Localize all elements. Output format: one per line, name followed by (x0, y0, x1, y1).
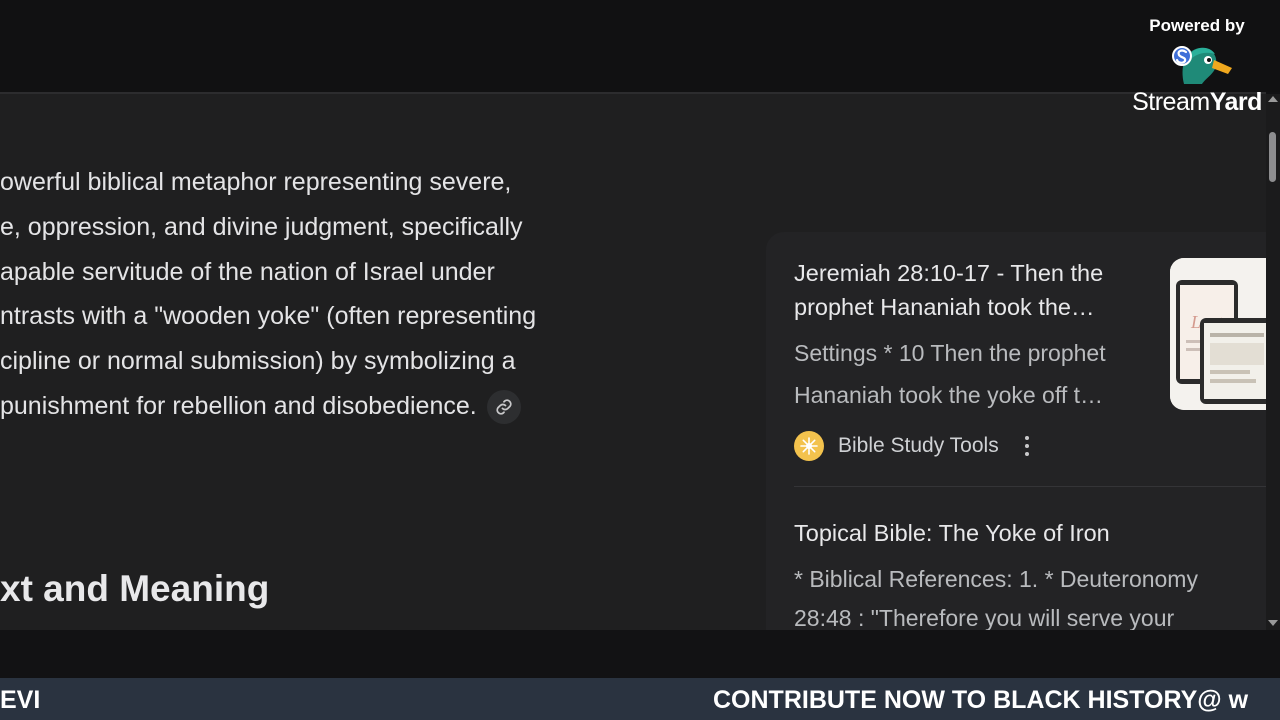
answer-line: owerful biblical metaphor representing s… (0, 168, 512, 196)
streamyard-wordmark: StreamYard (1124, 88, 1270, 117)
answer-line: apable servitude of the nation of Israel… (0, 257, 495, 286)
page-scrollbar[interactable] (1266, 94, 1280, 630)
source-divider (794, 486, 1266, 487)
answer-line: ntrasts with a "wooden yoke" (often repr… (0, 302, 537, 331)
source-link-button[interactable] (486, 390, 521, 425)
more-options-icon[interactable] (1019, 432, 1035, 460)
answer-line: e, oppression, and divine judgment, spec… (0, 212, 523, 241)
source-snippet: Settings * 10 Then the prophet Hananiah … (794, 340, 1106, 408)
source-site-name[interactable]: Bible Study Tools (838, 434, 999, 458)
brand-bold: Yard (1209, 88, 1263, 116)
source-title[interactable]: Topical Bible: The Yoke of Iron (794, 520, 1110, 547)
scroll-down-arrow[interactable] (1268, 620, 1278, 626)
link-icon (496, 399, 512, 415)
streamyard-branding: Powered by StreamYard (1124, 16, 1270, 117)
thumbnail-image: Lent (1170, 258, 1266, 410)
snippet-line: * Biblical References: 1. * Deuteronomy (794, 566, 1198, 592)
ticker-banner: EVI CONTRIBUTE NOW TO BLACK HISTORY@ w (0, 678, 1280, 720)
brand-light: Stream (1132, 88, 1210, 116)
sources-panel: Jeremiah 28:10-17 - Then the prophet Han… (766, 232, 1266, 630)
stream-gap-bar (0, 630, 1280, 678)
snippet-line: 28:48 : "Therefore you will serve your (794, 605, 1175, 630)
ticker-scroll-text: CONTRIBUTE NOW TO BLACK HISTORY@ w (713, 686, 1249, 714)
search-results-page: owerful biblical metaphor representing s… (0, 94, 1266, 630)
streamyard-logo-icon (1172, 46, 1232, 84)
section-heading: xt and Meaning (0, 568, 270, 609)
source-title[interactable]: Jeremiah 28:10-17 - Then the prophet Han… (794, 256, 1144, 324)
source-snippet: * Biblical References: 1. * Deuteronomy … (794, 560, 1198, 630)
top-bar (0, 0, 1280, 92)
ai-answer-text: owerful biblical metaphor representing s… (0, 160, 660, 429)
answer-line: punishment for rebellion and disobedienc… (0, 384, 660, 429)
source-thumbnail[interactable]: Lent (1170, 258, 1266, 410)
source-meta: Bible Study Tools (794, 430, 1035, 462)
ticker-left-text: EVI (0, 686, 41, 714)
powered-by-label: Powered by (1149, 16, 1245, 35)
sun-icon (794, 431, 824, 461)
answer-line-text: punishment for rebellion and disobedienc… (0, 391, 477, 420)
scroll-thumb[interactable] (1269, 132, 1276, 182)
answer-line: cipline or normal submission) by symboli… (0, 347, 516, 376)
